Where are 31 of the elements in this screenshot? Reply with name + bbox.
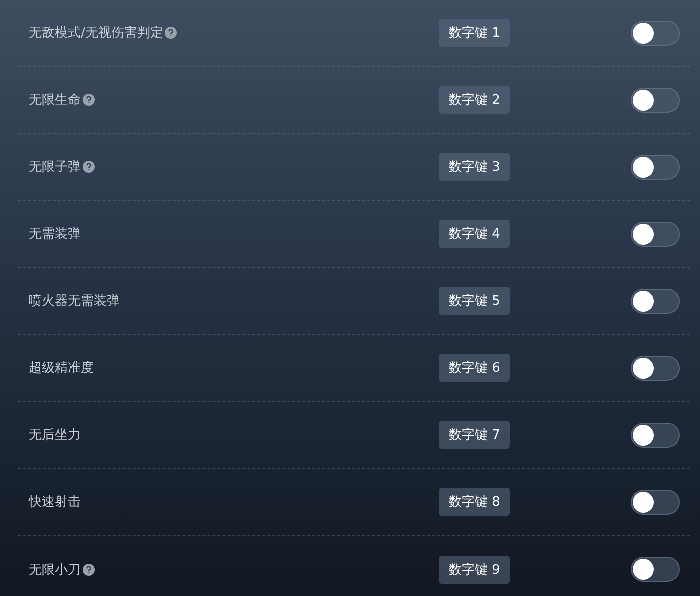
toggle-switch[interactable]: [631, 422, 680, 448]
cheat-label: 无限小刀: [29, 562, 81, 578]
toggle-switch[interactable]: [631, 222, 680, 246]
help-icon[interactable]: [83, 94, 95, 106]
help-icon[interactable]: [83, 161, 95, 173]
toggle-switch[interactable]: [631, 288, 680, 314]
toggle-switch[interactable]: [631, 88, 680, 112]
cheat-label: 无限子弹: [29, 159, 81, 176]
toggle-switch[interactable]: [631, 557, 680, 582]
cheat-label: 无限生命: [29, 92, 81, 109]
hotkey-label: 数字键 3: [439, 153, 510, 181]
cheat-label: 无后坐力: [29, 427, 81, 444]
cheat-label: 超级精准度: [29, 360, 94, 377]
hotkey-label: 数字键 4: [439, 220, 510, 248]
cheat-label: 无需装弹: [29, 226, 81, 243]
toggle-switch[interactable]: [631, 20, 680, 46]
cheat-label: 喷火器无需装弹: [29, 293, 120, 310]
help-icon[interactable]: [83, 564, 95, 576]
hotkey-label: 数字键 2: [439, 86, 510, 114]
cheat-label: 无敌模式/无视伤害判定: [29, 25, 164, 42]
toggle-switch[interactable]: [631, 154, 680, 180]
toggle-switch[interactable]: [631, 490, 680, 514]
hotkey-label: 数字键 6: [439, 354, 510, 382]
hotkey-label: 数字键 8: [439, 488, 510, 516]
help-icon[interactable]: [165, 27, 178, 39]
hotkey-label: 数字键 9: [439, 556, 510, 584]
cheat-label: 快速射击: [29, 494, 81, 511]
hotkey-label: 数字键 1: [439, 19, 510, 47]
toggle-switch[interactable]: [631, 356, 680, 380]
hotkey-label: 数字键 5: [439, 287, 510, 315]
hotkey-label: 数字键 7: [439, 421, 510, 449]
